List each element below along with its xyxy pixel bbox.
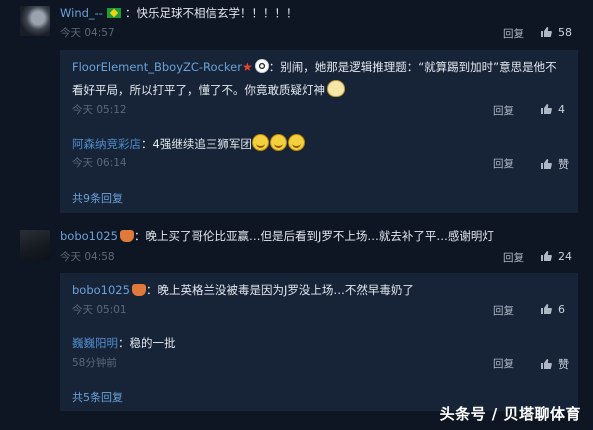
like-count: 58 bbox=[558, 26, 572, 39]
grin-emoji-icon bbox=[251, 134, 269, 151]
reply-text: ：晚上英格兰没被毒是因为J罗没上场…不然早毒奶了 bbox=[145, 283, 414, 297]
comment-time: 今天 04:58 bbox=[60, 251, 115, 263]
reply-username[interactable]: 巍巍阳明 bbox=[72, 336, 118, 350]
reply-text: ：别闹，她那是逻辑推理题：“就算踢到加时”意思是他不 bbox=[268, 60, 557, 74]
thumbs-up-icon bbox=[541, 304, 552, 314]
cat-emoji-icon bbox=[327, 80, 345, 97]
reply-time: 58分钟前 bbox=[72, 357, 117, 369]
comment-time: 今天 04:57 bbox=[60, 27, 115, 39]
reply-header: bobo1025 ：晚上英格兰没被毒是因为J罗没上场…不然早毒奶了 bbox=[72, 282, 414, 298]
avatar[interactable] bbox=[20, 6, 50, 36]
football-badge-icon bbox=[254, 59, 269, 73]
expand-replies-link[interactable]: 共5条回复 bbox=[72, 389, 123, 405]
watermark: 头条号 / 贝塔聊体育 bbox=[439, 405, 581, 423]
star-badge-icon: ★ bbox=[241, 60, 253, 74]
reply-time: 今天 06:14 bbox=[72, 157, 127, 169]
thumbs-up-icon bbox=[541, 251, 552, 261]
like-button[interactable]: 赞 bbox=[540, 156, 569, 172]
like-count: 4 bbox=[558, 103, 565, 116]
comment-text: ：快乐足球不相信玄学！！！！！ bbox=[124, 6, 298, 20]
like-count: 赞 bbox=[558, 358, 569, 371]
reply-username[interactable]: 阿森纳竞彩店 bbox=[72, 137, 141, 151]
thumbs-up-icon bbox=[541, 27, 552, 37]
reply-button[interactable]: 回复 bbox=[503, 250, 524, 265]
reply-text-continued: 看好平局，所以打平了，懂了不。你竟敢质疑灯神 bbox=[72, 80, 345, 98]
like-count: 24 bbox=[558, 250, 572, 263]
reply-username[interactable]: bobo1025 bbox=[72, 283, 130, 297]
reply-text: ：稳的一批 bbox=[118, 336, 176, 350]
avatar[interactable] bbox=[20, 230, 50, 260]
expand-replies-link[interactable]: 共9条回复 bbox=[72, 190, 123, 206]
like-count: 6 bbox=[558, 303, 565, 316]
reply-time: 今天 05:12 bbox=[72, 104, 127, 116]
thumbs-up-icon bbox=[541, 159, 552, 169]
reply-text: 看好平局，所以打平了，懂了不。你竟敢质疑灯神 bbox=[72, 83, 325, 97]
reply-button[interactable]: 回复 bbox=[493, 103, 514, 118]
reply-username[interactable]: FloorElement_BboyZC-Rocker bbox=[72, 60, 242, 74]
level-badge-icon bbox=[119, 230, 134, 242]
like-button[interactable]: 4 bbox=[540, 103, 565, 116]
reply-header: FloorElement_BboyZC-Rocker★ ：别闹，她那是逻辑推理题：… bbox=[72, 59, 557, 75]
comment-username[interactable]: Wind_-- bbox=[60, 6, 103, 20]
reply-text: ：4强继续追三狮军团 bbox=[141, 137, 252, 151]
reply-button[interactable]: 回复 bbox=[493, 303, 514, 318]
like-count: 赞 bbox=[558, 158, 569, 171]
thumbs-up-icon bbox=[541, 104, 552, 114]
reply-header: 阿森纳竞彩店：4强继续追三狮军团 bbox=[72, 134, 306, 152]
like-button[interactable]: 赞 bbox=[540, 356, 569, 372]
comment-text: ：晚上买了哥伦比亚赢…但是后看到J罗不上场…就去补了平…感谢明灯 bbox=[133, 229, 494, 243]
reply-button[interactable]: 回复 bbox=[493, 356, 514, 371]
comment-header: bobo1025 ：晚上买了哥伦比亚赢…但是后看到J罗不上场…就去补了平…感谢明灯 bbox=[60, 228, 494, 244]
comment-username[interactable]: bobo1025 bbox=[60, 229, 118, 243]
like-button[interactable]: 24 bbox=[540, 250, 572, 263]
like-button[interactable]: 6 bbox=[540, 303, 565, 316]
reply-header: 巍巍阳明：稳的一批 bbox=[72, 335, 176, 351]
grin-emoji-icon bbox=[269, 134, 287, 151]
level-badge-icon bbox=[131, 284, 146, 296]
grin-emoji-icon bbox=[287, 134, 305, 151]
reply-button[interactable]: 回复 bbox=[493, 156, 514, 171]
brazil-flag-icon bbox=[106, 8, 121, 18]
like-button[interactable]: 58 bbox=[540, 26, 572, 39]
reply-button[interactable]: 回复 bbox=[503, 26, 524, 41]
comment-header: Wind_-- ：快乐足球不相信玄学！！！！！ bbox=[60, 5, 297, 21]
reply-time: 今天 05:01 bbox=[72, 304, 127, 316]
thumbs-up-icon bbox=[541, 359, 552, 369]
